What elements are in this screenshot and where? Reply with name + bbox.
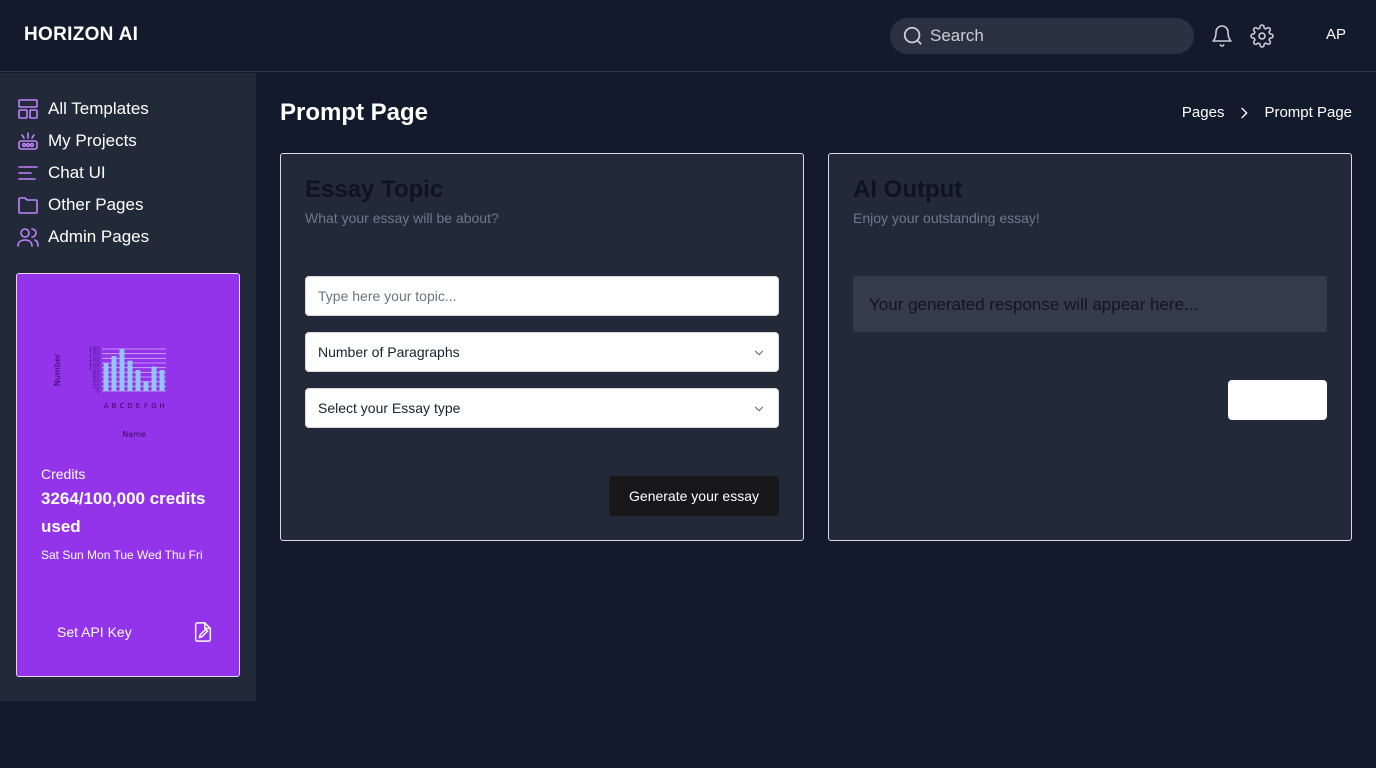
output-box: Your generated response will appear here… <box>853 276 1327 332</box>
sidebar-item-all-templates[interactable]: All Templates <box>16 96 149 122</box>
chart-bar <box>135 370 141 391</box>
bell-icon[interactable] <box>1210 24 1234 48</box>
credits-chart: 020406080100120140160180A B C D E F G HNameNumb… <box>53 346 166 439</box>
chart-x-tick: C <box>120 402 125 410</box>
sidebar-item-label: My Projects <box>48 131 137 150</box>
ai-output-panel: AI Output Enjoy your outstanding essay! … <box>828 153 1352 541</box>
templates-icon <box>18 99 38 119</box>
chart-x-tick: D <box>127 402 132 410</box>
weekday-labels: Sat Sun Mon Tue Wed Thu Fri <box>41 548 203 562</box>
sidebar-item-label: Admin Pages <box>48 227 150 246</box>
chart-bar <box>151 366 157 391</box>
panel-title: Essay Topic <box>305 176 444 203</box>
topic-input[interactable] <box>306 277 778 315</box>
gear-icon[interactable] <box>1250 24 1274 48</box>
chart-bar <box>103 363 109 391</box>
sidebar: All Templates My Projects Chat UI Other … <box>0 73 256 701</box>
panel-subtitle: Enjoy your outstanding essay! <box>853 210 1040 226</box>
search-bar[interactable] <box>890 18 1194 54</box>
chart-x-tick: G <box>151 402 156 410</box>
users-icon <box>17 228 39 247</box>
panel-subtitle: What your essay will be about? <box>305 210 499 226</box>
output-placeholder: Your generated response will appear here… <box>869 295 1199 314</box>
chart-x-tick: B <box>112 402 117 410</box>
chart-x-tick: A <box>104 402 109 410</box>
copy-button[interactable] <box>1228 380 1327 420</box>
breadcrumb: Pages Prompt Page <box>1182 104 1352 121</box>
select-value: Select your Essay type <box>318 400 461 416</box>
essay-type-select[interactable]: Select your Essay type <box>305 388 779 428</box>
chart-x-label: Name <box>122 430 146 439</box>
breadcrumb-current: Prompt Page <box>1264 104 1352 121</box>
avatar[interactable]: AP <box>1326 26 1346 43</box>
sidebar-item-label: Other Pages <box>48 195 144 214</box>
breadcrumb-link-pages[interactable]: Pages <box>1182 104 1225 121</box>
top-bar: HORIZON AI AP <box>0 0 1376 72</box>
chart-x-tick: E <box>136 402 140 410</box>
credits-label: Credits <box>41 466 86 482</box>
page-title: Prompt Page <box>280 99 429 126</box>
chevron-down-icon <box>754 350 764 356</box>
sidebar-item-my-projects[interactable]: My Projects <box>16 128 137 154</box>
search-icon <box>903 26 922 45</box>
sidebar-item-label: All Templates <box>48 99 149 118</box>
generate-essay-button[interactable]: Generate your essay <box>609 476 779 516</box>
chart-x-tick: F <box>144 402 148 410</box>
sidebar-item-label: Chat UI <box>48 163 106 182</box>
credits-card: 0 20 40 60 80 100 120 140 160 180 A B C D E F G H Name Numb… <box>16 273 240 677</box>
sidebar-item-chat-ui[interactable]: Chat UI <box>16 160 106 186</box>
chart-bar <box>119 349 125 391</box>
chart-bar <box>111 356 117 391</box>
chevron-down-icon <box>754 406 764 412</box>
folder-icon <box>18 197 38 214</box>
topic-field[interactable] <box>305 276 779 316</box>
chart-y-tick: 180 <box>89 346 101 353</box>
panel-title: AI Output <box>853 176 963 203</box>
projects-icon <box>18 132 38 150</box>
chat-icon <box>18 166 38 180</box>
chart-bar <box>159 370 165 391</box>
essay-topic-panel: Essay Topic What your essay will be abou… <box>280 153 804 541</box>
brand-logo[interactable]: HORIZON AI <box>24 24 138 46</box>
chart-x-tick: H <box>159 402 164 410</box>
chart-y-label: Number <box>53 353 62 386</box>
paragraphs-select[interactable]: Number of Paragraphs <box>305 332 779 372</box>
chart-bar <box>143 381 149 391</box>
edit-file-icon[interactable] <box>192 620 214 644</box>
chevron-right-icon <box>1241 107 1249 118</box>
chart-bar <box>127 360 133 391</box>
sidebar-item-admin-pages[interactable]: Admin Pages <box>16 224 149 250</box>
credits-used: 3264/100,000 credits used <box>41 489 206 536</box>
select-value: Number of Paragraphs <box>318 344 460 360</box>
sidebar-item-other-pages[interactable]: Other Pages <box>16 192 143 218</box>
set-api-key-button[interactable]: Set API Key <box>57 624 132 640</box>
search-input[interactable] <box>930 18 1180 54</box>
